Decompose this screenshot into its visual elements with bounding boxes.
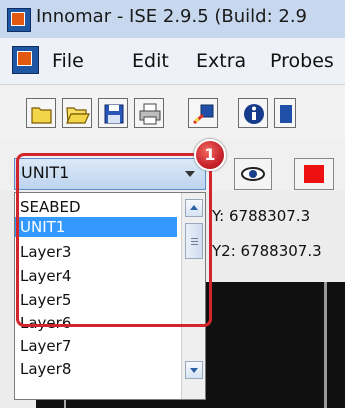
- annotation-marker-number: 1: [204, 145, 216, 164]
- coordinate-y2: Y2: 6788307.3: [212, 242, 322, 260]
- info-icon: [244, 104, 264, 124]
- help-book-icon: [280, 105, 292, 123]
- menu-probes[interactable]: Probes: [270, 50, 334, 72]
- annotation-marker: 1: [194, 139, 226, 171]
- view-button[interactable]: [234, 158, 272, 190]
- menu-extra[interactable]: Extra: [196, 50, 246, 72]
- floppy-disk-icon: [104, 104, 124, 124]
- record-device-icon: [193, 104, 214, 125]
- open-folder-icon: [66, 107, 90, 124]
- title-bar: Innomar - ISE 2.9.5 (Build: 2.9: [0, 0, 345, 38]
- toolbar-overflow-button[interactable]: [274, 98, 296, 128]
- menu-file[interactable]: File: [52, 50, 84, 72]
- echogram-divider: [324, 282, 327, 408]
- stop-button[interactable]: [294, 158, 334, 190]
- record-button[interactable]: [188, 98, 218, 128]
- arrow-down-icon: [190, 368, 198, 373]
- print-button[interactable]: [134, 98, 164, 128]
- folder-icon: [31, 107, 52, 124]
- menu-edit[interactable]: Edit: [132, 50, 169, 72]
- menu-bar: File Edit Extra Probes: [0, 38, 345, 84]
- scroll-down-button[interactable]: [185, 361, 203, 379]
- coordinate-y: Y: 6788307.3: [212, 207, 311, 225]
- system-menu-logo-icon: [17, 51, 32, 66]
- dropdown-option-layer8[interactable]: Layer8: [15, 359, 177, 379]
- window-title: Innomar - ISE 2.9.5 (Build: 2.9: [36, 6, 308, 27]
- app-icon: [7, 8, 31, 32]
- toolbar: [0, 84, 345, 140]
- printer-icon: [139, 103, 161, 125]
- dropdown-option-layer7[interactable]: Layer7: [15, 336, 177, 356]
- stop-icon: [304, 165, 324, 183]
- save-button[interactable]: [98, 98, 128, 128]
- system-menu-icon[interactable]: [12, 46, 39, 74]
- annotation-highlight: [16, 153, 212, 327]
- open-folder-button[interactable]: [62, 98, 92, 128]
- app-logo-icon: [11, 12, 25, 26]
- eye-icon: [241, 167, 265, 181]
- info-button[interactable]: [238, 98, 268, 128]
- new-folder-button[interactable]: [26, 98, 56, 128]
